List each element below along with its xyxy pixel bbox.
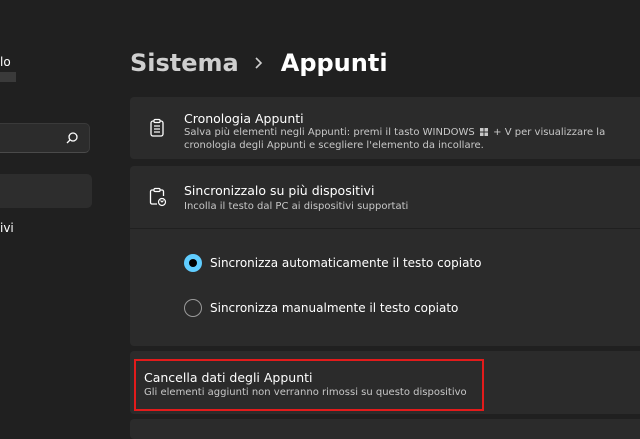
page-title: Appunti	[280, 49, 388, 77]
radio-sync-automatic[interactable]: Sincronizza automaticamente il testo cop…	[184, 254, 481, 272]
next-settings-card[interactable]	[130, 419, 640, 439]
chevron-right-icon	[255, 57, 262, 69]
radio-label: Sincronizza automaticamente il testo cop…	[210, 256, 482, 270]
breadcrumb-parent[interactable]: Sistema	[130, 49, 239, 77]
clear-clipboard-description: Gli elementi aggiunti non verranno rimos…	[144, 387, 467, 398]
sidebar-item-selected[interactable]	[0, 174, 92, 208]
clipboard-history-card[interactable]: Cronologia Appunti Salva più elementi ne…	[130, 97, 640, 159]
user-name: lo	[0, 55, 11, 69]
sidebar-item-devices[interactable]: ivi	[0, 221, 14, 235]
clear-clipboard-card[interactable]: Cancella dati degli Appunti Gli elementi…	[130, 351, 640, 414]
radio-selected-indicator[interactable]	[184, 254, 202, 272]
clipboard-history-description: Salva più elementi negli Appunti: premi …	[184, 126, 614, 152]
user-email-redacted	[0, 72, 16, 82]
divider	[130, 228, 640, 229]
breadcrumb: Sistema Appunti	[130, 46, 388, 80]
sync-devices-title: Sincronizzalo su più dispositivi	[184, 183, 375, 198]
description-part-1: Salva più elementi negli Appunti: premi …	[184, 127, 475, 138]
clear-clipboard-title: Cancella dati degli Appunti	[144, 370, 313, 385]
radio-unselected-indicator[interactable]	[184, 299, 202, 317]
search-input[interactable]	[0, 123, 90, 153]
windows-key-icon	[479, 128, 488, 136]
radio-sync-manual[interactable]: Sincronizza manualmente il testo copiato	[184, 299, 458, 317]
search-icon[interactable]	[65, 131, 79, 145]
radio-label: Sincronizza manualmente il testo copiato	[210, 301, 459, 315]
clipboard-sync-icon	[149, 187, 167, 207]
sync-devices-card: Sincronizzalo su più dispositivi Incolla…	[130, 166, 640, 346]
sidebar: lo ivi	[0, 0, 110, 426]
clipboard-history-title: Cronologia Appunti	[184, 111, 304, 126]
clipboard-list-icon	[150, 118, 164, 137]
sync-devices-description: Incolla il testo dal PC ai dispositivi s…	[184, 201, 409, 212]
